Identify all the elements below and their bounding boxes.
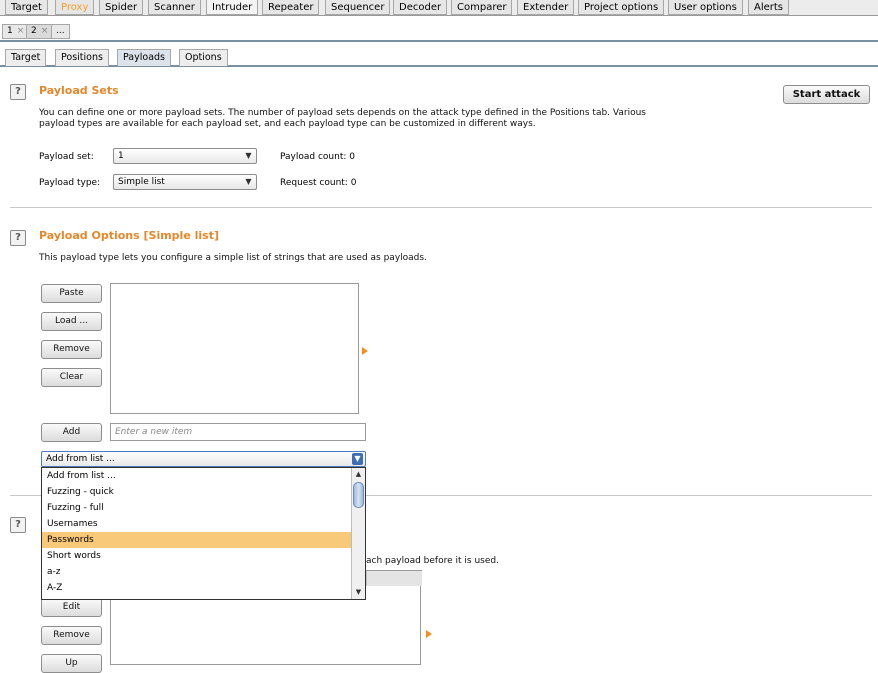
- chevron-down-icon: ▼: [352, 453, 363, 465]
- tab-comparer[interactable]: Comparer: [451, 0, 513, 15]
- tab-project-options[interactable]: Project options: [578, 0, 665, 15]
- tab-positions[interactable]: Positions: [55, 49, 109, 66]
- select-value: 1: [118, 151, 124, 161]
- chevron-down-icon: ▼: [245, 177, 252, 186]
- tab-decoder[interactable]: Decoder: [393, 0, 448, 15]
- tab-spider[interactable]: Spider: [99, 0, 144, 15]
- payload-processing-description: ach payload before it is used.: [366, 556, 499, 566]
- add-button[interactable]: Add: [41, 423, 102, 442]
- remove-rule-button[interactable]: Remove: [41, 626, 102, 645]
- paste-button[interactable]: Paste: [41, 284, 102, 303]
- close-icon[interactable]: ×: [41, 26, 49, 36]
- table-header[interactable]: [366, 570, 422, 586]
- payload-list[interactable]: [110, 283, 359, 414]
- payload-sets-title: Payload Sets: [39, 84, 119, 97]
- tab-user-options[interactable]: User options: [668, 0, 743, 15]
- tab-target[interactable]: Target: [5, 0, 48, 15]
- help-icon[interactable]: ?: [10, 84, 26, 100]
- payload-options-title: Payload Options [Simple list]: [39, 229, 219, 242]
- payload-set-label: Payload set:: [39, 152, 94, 162]
- tab-proxy[interactable]: Proxy: [55, 0, 95, 15]
- intruder-tab-bar: 1 × 2 × ...: [0, 22, 878, 42]
- clear-button[interactable]: Clear: [41, 368, 102, 387]
- dropdown-option[interactable]: Fuzzing - quick: [42, 484, 351, 500]
- dropdown-option[interactable]: Fuzzing - full: [42, 500, 351, 516]
- dropdown-option[interactable]: Add from list ...: [42, 468, 351, 484]
- tab-sub-target[interactable]: Target: [5, 49, 47, 66]
- payload-type-select[interactable]: Simple list ▼: [113, 174, 257, 190]
- new-item-input[interactable]: Enter a new item: [110, 423, 366, 441]
- up-button[interactable]: Up: [41, 654, 102, 673]
- expand-arrow-icon[interactable]: [362, 347, 368, 355]
- intruder-tab-2[interactable]: 2 ×: [26, 24, 54, 39]
- divider: [10, 207, 872, 208]
- tab-options[interactable]: Options: [179, 49, 228, 66]
- scrollbar-thumb[interactable]: [353, 482, 364, 508]
- tab-payloads[interactable]: Payloads: [117, 49, 171, 66]
- payload-options-description: This payload type lets you configure a s…: [39, 253, 427, 263]
- dropdown-option-selected[interactable]: Passwords: [42, 532, 351, 548]
- remove-button[interactable]: Remove: [41, 340, 102, 359]
- payload-count: Payload count: 0: [280, 152, 355, 162]
- dropdown-option[interactable]: A-Z: [42, 580, 351, 596]
- chevron-down-icon: ▼: [245, 151, 252, 160]
- add-from-list-select[interactable]: Add from list ... ▼: [41, 451, 366, 467]
- request-count: Request count: 0: [280, 178, 357, 188]
- payload-type-label: Payload type:: [39, 178, 101, 188]
- select-value: Add from list ...: [46, 454, 115, 464]
- tab-scanner[interactable]: Scanner: [148, 0, 201, 15]
- expand-arrow-icon[interactable]: [426, 630, 432, 638]
- dropdown-scrollbar[interactable]: ▲ ▼: [351, 468, 365, 599]
- dropdown-option[interactable]: Short words: [42, 548, 351, 564]
- description-line: You can define one or more payload sets.…: [39, 108, 646, 118]
- edit-button[interactable]: Edit: [41, 598, 102, 617]
- close-icon[interactable]: ×: [17, 26, 25, 36]
- help-icon[interactable]: ?: [10, 517, 26, 533]
- dropdown-option[interactable]: Usernames: [42, 516, 351, 532]
- help-icon[interactable]: ?: [10, 230, 26, 246]
- load-button[interactable]: Load ...: [41, 312, 102, 331]
- sub-tab-bar: Target Positions Payloads Options: [0, 46, 878, 67]
- tab-repeater[interactable]: Repeater: [262, 0, 320, 15]
- new-tab-button[interactable]: ...: [51, 24, 70, 39]
- add-from-list-dropdown[interactable]: Add from list ... Fuzzing - quick Fuzzin…: [41, 467, 366, 600]
- new-item-placeholder: Enter a new item: [115, 427, 193, 437]
- scroll-up-icon[interactable]: ▲: [352, 469, 365, 480]
- tab-extender[interactable]: Extender: [517, 0, 575, 15]
- dropdown-option[interactable]: a-z: [42, 564, 351, 580]
- select-value: Simple list: [118, 177, 165, 187]
- start-attack-button[interactable]: Start attack: [783, 85, 870, 104]
- intruder-tab-label: 2: [31, 26, 37, 36]
- scroll-down-icon[interactable]: ▼: [352, 587, 365, 598]
- tab-intruder[interactable]: Intruder: [206, 0, 259, 15]
- description-line: payload types are available for each pay…: [39, 119, 536, 129]
- tab-alerts[interactable]: Alerts: [748, 0, 790, 15]
- payload-sets-description: You can define one or more payload sets.…: [39, 108, 819, 130]
- payload-set-select[interactable]: 1 ▼: [113, 148, 257, 164]
- intruder-tab-label: 1: [7, 26, 13, 36]
- tab-sequencer[interactable]: Sequencer: [325, 0, 391, 15]
- main-tab-bar: Target Proxy Spider Scanner Intruder Rep…: [0, 0, 878, 16]
